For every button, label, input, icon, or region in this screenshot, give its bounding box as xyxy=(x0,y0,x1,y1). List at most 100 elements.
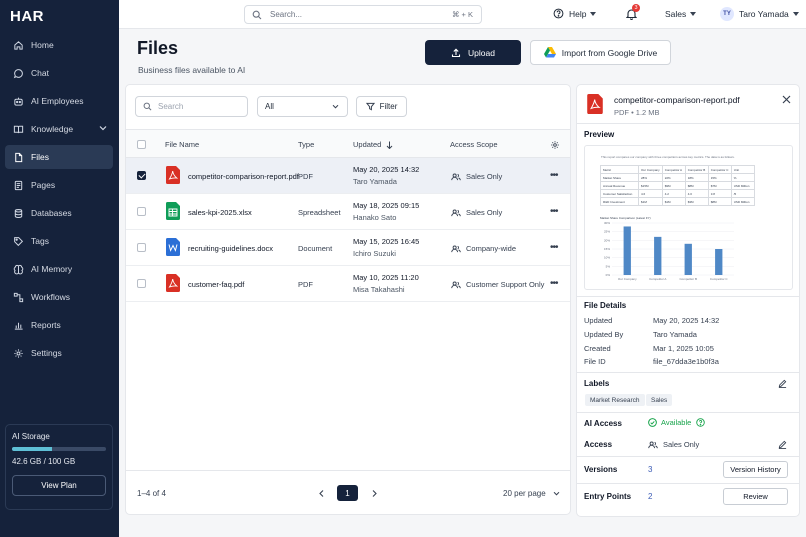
column-access-scope[interactable]: Access Scope xyxy=(450,140,498,149)
review-button[interactable]: Review xyxy=(723,488,788,505)
sidebar-item-pages[interactable]: Pages xyxy=(5,173,113,197)
row-checkbox[interactable] xyxy=(137,207,146,216)
upload-button[interactable]: Upload xyxy=(425,40,521,65)
versions-heading: Versions xyxy=(584,465,618,474)
tag-icon xyxy=(12,235,24,247)
sidebar-item-ai-memory[interactable]: AI Memory xyxy=(5,257,113,281)
row-checkbox[interactable] xyxy=(137,279,146,288)
entry-points-count-link[interactable]: 2 xyxy=(648,492,652,501)
edit-access-pencil-icon[interactable] xyxy=(778,440,787,449)
per-page-select[interactable]: 20 per page xyxy=(503,489,560,498)
column-updated[interactable]: Updated xyxy=(353,140,393,149)
chevron-down-icon[interactable] xyxy=(99,125,107,131)
label-chip[interactable]: Sales xyxy=(646,394,673,406)
table-row[interactable]: sales-kpi-2025.xlsx Spreadsheet May 18, … xyxy=(126,194,570,230)
sidebar-item-databases[interactable]: Databases xyxy=(5,201,113,225)
sidebar-item-knowledge[interactable]: Knowledge xyxy=(5,117,113,141)
preview-table: Metric Our Company Competitor A Competitor … xyxy=(600,165,755,206)
file-search-input[interactable]: Search xyxy=(135,96,248,117)
chat-icon xyxy=(12,67,24,79)
prev-page-chevron-left-icon[interactable] xyxy=(314,485,328,501)
per-page-value: 20 per page xyxy=(503,489,546,498)
sidebar-item-label: Reports xyxy=(31,320,61,330)
row-more-actions-icon[interactable]: ••• xyxy=(550,206,558,217)
version-history-button[interactable]: Version History xyxy=(723,461,788,478)
preview-chart-tick-label: 25% xyxy=(604,230,610,234)
file-name[interactable]: competitor-comparison-report.pdf xyxy=(188,172,299,181)
app-logo[interactable]: HAR xyxy=(10,8,44,25)
field-label: Updated xyxy=(584,316,613,325)
file-icon xyxy=(12,151,24,163)
file-name[interactable]: recruiting-guidelines.docx xyxy=(188,244,273,253)
edit-labels-pencil-icon[interactable] xyxy=(778,379,787,388)
detail-file-meta: PDF • 1.2 MB xyxy=(614,108,660,117)
entry-points-heading: Entry Points xyxy=(584,492,632,501)
sidebar-item-reports[interactable]: Reports xyxy=(5,313,113,337)
search-shortcut: ⌘ + K xyxy=(451,10,473,19)
column-type[interactable]: Type xyxy=(298,140,314,149)
view-plan-button[interactable]: View Plan xyxy=(12,475,106,496)
column-updated-label: Updated xyxy=(353,140,382,149)
field-value: Taro Yamada xyxy=(653,330,697,339)
sidebar-item-chat[interactable]: Chat xyxy=(5,61,113,85)
sidebar-item-tags[interactable]: Tags xyxy=(5,229,113,253)
table-row[interactable]: customer-faq.pdf PDF May 10, 2025 11:20 … xyxy=(126,266,570,302)
table-row[interactable]: recruiting-guidelines.docx Document May … xyxy=(126,230,570,266)
search-placeholder: Search xyxy=(158,102,184,111)
table-row[interactable]: competitor-comparison-report.pdf PDF May… xyxy=(126,158,570,194)
pages-icon xyxy=(12,179,24,191)
file-preview[interactable]: This report compares our company with th… xyxy=(584,145,793,290)
help-icon xyxy=(553,8,564,19)
close-icon[interactable] xyxy=(782,95,791,104)
sidebar-item-ai-employees[interactable]: AI Employees xyxy=(5,89,113,113)
sidebar-item-home[interactable]: Home xyxy=(5,33,113,57)
table-header: File Name Type Updated Access Scope xyxy=(126,129,570,158)
access-value-label: Sales Only xyxy=(663,440,700,449)
row-more-actions-icon[interactable]: ••• xyxy=(550,170,558,181)
filter-button[interactable]: Filter xyxy=(356,96,407,117)
label-chip[interactable]: Market Research xyxy=(585,394,645,406)
global-search-input[interactable]: Search... ⌘ + K xyxy=(244,5,482,24)
user-menu[interactable]: TY Taro Yamada xyxy=(720,7,799,21)
help-menu[interactable]: Help xyxy=(553,8,597,19)
sidebar-item-files[interactable]: Files xyxy=(5,145,113,169)
import-google-drive-button[interactable]: Import from Google Drive xyxy=(530,40,671,65)
type-filter-select[interactable]: All xyxy=(257,96,348,117)
pdf-icon xyxy=(587,94,603,114)
sidebar-item-label: Databases xyxy=(31,208,72,218)
file-type: PDF xyxy=(298,280,313,289)
file-access-scope: Sales Only xyxy=(451,172,502,181)
file-updated-by: Hanako Sato xyxy=(353,213,397,222)
versions-count-link[interactable]: 3 xyxy=(648,465,652,474)
access-heading: Access xyxy=(584,440,613,449)
preview-chart-tick-label: 0% xyxy=(606,273,611,277)
notifications-button[interactable]: 3 xyxy=(626,4,640,20)
file-name[interactable]: sales-kpi-2025.xlsx xyxy=(188,208,252,217)
preview-chart-tick-label: 5% xyxy=(606,264,611,268)
notification-badge: 3 xyxy=(632,4,640,12)
select-all-checkbox[interactable] xyxy=(137,140,146,149)
row-checkbox[interactable] xyxy=(137,243,146,252)
row-checkbox[interactable] xyxy=(137,171,146,180)
row-more-actions-icon[interactable]: ••• xyxy=(550,278,558,289)
file-name[interactable]: customer-faq.pdf xyxy=(188,280,244,289)
sidebar-nav: Home Chat AI Employees Knowledge Files P… xyxy=(5,33,113,369)
page-button-current[interactable]: 1 xyxy=(337,485,358,501)
info-question-icon[interactable] xyxy=(696,418,709,427)
column-file-name[interactable]: File Name xyxy=(165,140,199,149)
file-updated-by: Ichiro Suzuki xyxy=(353,249,396,258)
caret-down-icon xyxy=(690,12,697,16)
access-value: Sales Only xyxy=(648,440,699,449)
divider xyxy=(577,372,799,373)
next-page-chevron-right-icon[interactable] xyxy=(367,485,381,501)
user-name: Taro Yamada xyxy=(739,9,789,19)
sidebar: HAR Home Chat AI Employees Knowledge Fil… xyxy=(0,0,119,537)
row-more-actions-icon[interactable]: ••• xyxy=(550,242,558,253)
workspace-switcher[interactable]: Sales xyxy=(665,9,697,19)
sidebar-item-workflows[interactable]: Workflows xyxy=(5,285,113,309)
help-label: Help xyxy=(569,8,587,19)
sidebar-item-settings[interactable]: Settings xyxy=(5,341,113,365)
storage-progress-fill xyxy=(12,447,53,451)
column-settings-gear-icon[interactable] xyxy=(550,140,560,150)
file-access-scope-label: Sales Only xyxy=(466,208,503,217)
